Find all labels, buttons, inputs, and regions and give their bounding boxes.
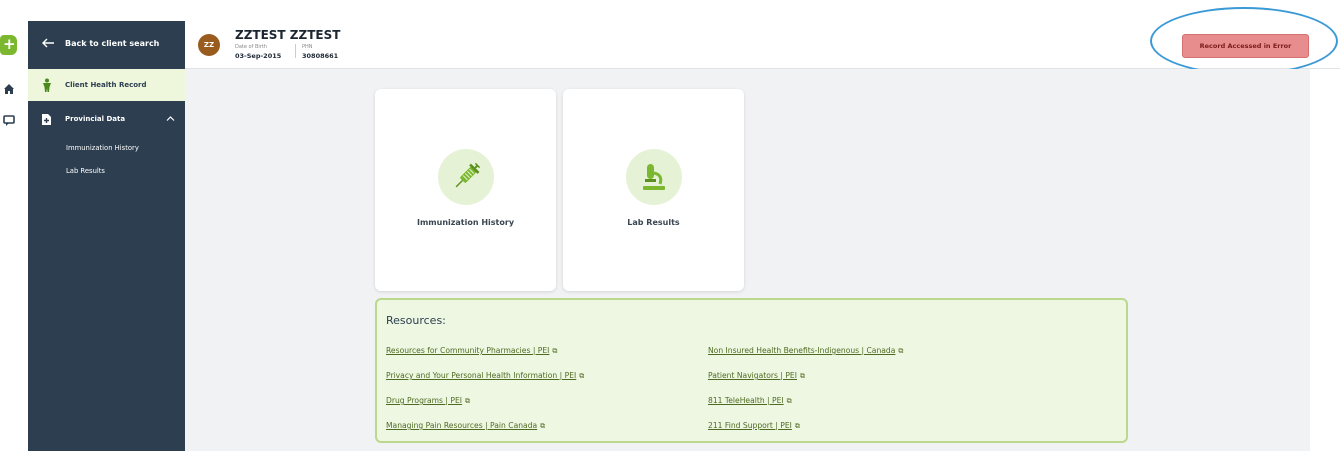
chat-icon[interactable] — [2, 113, 16, 127]
external-link-icon: ⧉ — [799, 372, 805, 380]
resource-link[interactable]: 211 Find Support | PEI ⧉ — [708, 421, 800, 431]
resource-link[interactable]: Drug Programs | PEI ⧉ — [386, 396, 470, 406]
card-icon-circle — [626, 149, 682, 205]
patient-name: ZZTEST ZZTEST — [235, 28, 341, 42]
microscope-icon — [643, 164, 665, 190]
resource-link[interactable]: Managing Pain Resources | Pain Canada ⧉ — [386, 421, 545, 431]
lab-results-card[interactable]: Lab Results — [563, 89, 744, 291]
back-label: Back to client search — [65, 39, 160, 48]
sidebar: Back to client search Client Health Reco… — [28, 21, 185, 451]
external-link-icon: ⧉ — [465, 397, 471, 405]
sidebar-item-lab-results[interactable]: Lab Results — [66, 167, 105, 175]
phn-label: PHN — [302, 44, 313, 50]
avatar: ZZ — [198, 34, 220, 56]
home-icon[interactable] — [2, 82, 16, 96]
immunization-history-card[interactable]: Immunization History — [375, 89, 556, 291]
external-link-icon: ⧉ — [794, 422, 800, 430]
sidebar-item-label: Provincial Data — [65, 115, 126, 123]
card-label: Lab Results — [627, 218, 680, 227]
syringe-icon — [455, 162, 481, 188]
resource-link[interactable]: Non Insured Health Benefits-Indigenous |… — [708, 346, 903, 356]
header-divider — [295, 44, 296, 58]
phn-value: 30808661 — [302, 52, 339, 60]
dob-value: 03-Sep-2015 — [235, 52, 282, 60]
icon-rail — [0, 0, 28, 451]
card-icon-circle — [438, 149, 494, 205]
resource-link[interactable]: Resources for Community Pharmacies | PEI… — [386, 346, 557, 356]
sidebar-item-label: Client Health Record — [65, 81, 147, 89]
resources-panel: Resources: Resources for Community Pharm… — [375, 298, 1128, 443]
resource-link[interactable]: 811 TeleHealth | PEI ⧉ — [708, 396, 792, 406]
main-content: Immunization History Lab Results Resourc… — [185, 69, 1310, 451]
resource-link[interactable]: Patient Navigators | PEI ⧉ — [708, 371, 805, 381]
document-plus-icon — [42, 114, 51, 125]
back-to-client-search-link[interactable]: Back to client search — [28, 21, 185, 69]
sidebar-item-immunization-history[interactable]: Immunization History — [66, 144, 139, 152]
app-logo-icon — [0, 35, 17, 55]
external-link-icon: ⧉ — [540, 422, 546, 430]
person-icon — [43, 78, 51, 92]
card-label: Immunization History — [416, 218, 515, 227]
sidebar-item-client-health-record[interactable]: Client Health Record — [28, 69, 185, 101]
sidebar-item-provincial-data[interactable]: Provincial Data — [28, 109, 185, 131]
external-link-icon: ⧉ — [579, 372, 585, 380]
external-link-icon: ⧉ — [552, 347, 558, 355]
highlight-ring — [1150, 7, 1338, 75]
external-link-icon: ⧉ — [898, 347, 904, 355]
external-link-icon: ⧉ — [786, 397, 792, 405]
chevron-up-icon[interactable] — [166, 115, 175, 122]
arrow-left-icon — [42, 38, 54, 48]
resources-title: Resources: — [386, 314, 446, 327]
resource-link[interactable]: Privacy and Your Personal Health Informa… — [386, 371, 584, 381]
dob-label: Date of Birth — [235, 44, 267, 50]
